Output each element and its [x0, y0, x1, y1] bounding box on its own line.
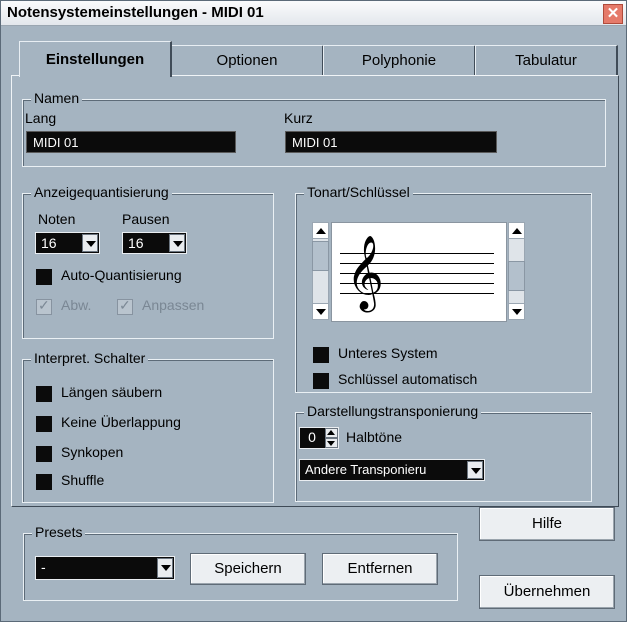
clef-scroll-down-button[interactable] — [508, 303, 525, 320]
names-group: Namen Lang MIDI 01 Kurz MIDI 01 — [22, 90, 606, 167]
tab-tabulatur[interactable]: Tabulatur — [475, 45, 618, 75]
stepper-up-button[interactable] — [325, 428, 338, 438]
arrow-down-icon — [327, 441, 335, 446]
semitones-value: 0 — [308, 429, 316, 445]
key-clef-legend: Tonart/Schlüssel — [304, 184, 413, 200]
no-overlap-checkbox[interactable] — [36, 416, 52, 432]
apply-button[interactable]: Übernehmen — [479, 575, 615, 609]
tab-einstellungen[interactable]: Einstellungen — [19, 41, 172, 77]
presets-group: Presets - Speichern Entfernen — [23, 524, 458, 601]
key-scroll-down-button[interactable] — [312, 303, 329, 320]
no-overlap-label: Keine Überlappung — [61, 414, 181, 430]
rests-value: 16 — [128, 235, 144, 251]
tab-label: Polyphonie — [361, 52, 437, 69]
display-quantize-legend: Anzeigequantisierung — [31, 184, 172, 200]
short-name-input[interactable]: MIDI 01 — [285, 131, 497, 153]
auto-quantize-label: Auto-Quantisierung — [61, 267, 182, 283]
stepper-down-button[interactable] — [325, 438, 338, 448]
clef-scroll-up-button[interactable] — [508, 222, 525, 239]
remove-preset-button[interactable]: Entfernen — [322, 553, 438, 585]
presets-legend: Presets — [32, 524, 86, 540]
clef-scroll-thumb[interactable] — [508, 261, 525, 291]
clef-scrollbar[interactable] — [508, 239, 525, 303]
key-clef-group: Tonart/Schlüssel 𝄞 Unteres System Schlüs… — [295, 184, 592, 393]
shuffle-label: Shuffle — [61, 472, 105, 488]
remove-preset-label: Entfernen — [347, 560, 413, 577]
deviation-label: Abw. — [61, 297, 92, 313]
lower-staff-label: Unteres System — [338, 345, 438, 361]
window-title: Notensystemeinstellungen - MIDI 01 — [7, 4, 264, 21]
display-transpose-group: Darstellungstransponierung 0 Halbtöne An… — [295, 403, 592, 502]
deviation-checkbox[interactable] — [36, 297, 52, 315]
tab-polyphonie[interactable]: Polyphonie — [323, 45, 476, 75]
noten-label: Noten — [38, 211, 76, 227]
chevron-down-icon — [82, 234, 98, 252]
interpretation-legend: Interpret. Schalter — [31, 350, 149, 366]
auto-clef-checkbox[interactable] — [313, 373, 329, 389]
apply-label: Übernehmen — [503, 583, 591, 600]
rests-dropdown[interactable]: 16 — [122, 232, 187, 254]
display-transpose-legend: Darstellungstransponierung — [304, 403, 482, 419]
tab-label: Optionen — [216, 52, 278, 69]
pausen-label: Pausen — [122, 211, 170, 227]
dialog-window: Notensystemeinstellungen - MIDI 01 ✕ Ein… — [0, 0, 627, 622]
title-bar[interactable]: Notensystemeinstellungen - MIDI 01 ✕ — [1, 1, 626, 26]
chevron-down-icon — [467, 461, 483, 479]
key-scroll-thumb[interactable] — [312, 241, 329, 271]
notes-value: 16 — [41, 235, 57, 251]
presets-value: - — [41, 559, 46, 575]
syncopation-checkbox[interactable] — [36, 446, 52, 462]
long-name-input[interactable]: MIDI 01 — [26, 131, 236, 153]
arrow-up-icon — [327, 430, 335, 435]
tab-panel: Namen Lang MIDI 01 Kurz MIDI 01 Anzeigeq… — [11, 75, 619, 507]
key-scroll-up-button[interactable] — [312, 222, 329, 239]
chevron-down-icon — [157, 558, 173, 578]
semitones-label: Halbtöne — [346, 429, 403, 445]
help-label: Hilfe — [531, 515, 562, 532]
semitones-stepper[interactable]: 0 — [299, 427, 339, 449]
shuffle-checkbox[interactable] — [36, 474, 52, 490]
transpose-dropdown[interactable]: Andere Transponieru — [299, 459, 485, 481]
close-button[interactable]: ✕ — [603, 4, 623, 24]
lower-staff-checkbox[interactable] — [313, 347, 329, 363]
tab-label: Einstellungen — [45, 51, 145, 68]
transpose-dropdown-value: Andere Transponieru — [305, 462, 427, 477]
staff-preview: 𝄞 — [331, 222, 507, 322]
adapt-checkbox[interactable] — [117, 297, 133, 315]
clean-lengths-checkbox[interactable] — [36, 386, 52, 402]
chevron-down-icon — [169, 234, 185, 252]
kurz-label: Kurz — [284, 110, 313, 126]
save-preset-button[interactable]: Speichern — [190, 553, 306, 585]
interpretation-switches-group: Interpret. Schalter Längen säubern Keine… — [22, 350, 274, 503]
names-legend: Namen — [31, 90, 83, 106]
key-scrollbar[interactable] — [312, 239, 329, 303]
auto-quantize-checkbox[interactable] — [36, 269, 52, 285]
auto-clef-label: Schlüssel automatisch — [338, 371, 478, 387]
display-quantize-group: Anzeigequantisierung Noten 16 Pausen 16 … — [22, 184, 274, 339]
adapt-label: Anpassen — [142, 297, 205, 313]
presets-dropdown[interactable]: - — [35, 556, 175, 580]
notes-dropdown[interactable]: 16 — [35, 232, 100, 254]
help-button[interactable]: Hilfe — [479, 507, 615, 541]
syncopation-label: Synkopen — [61, 444, 124, 460]
tab-optionen[interactable]: Optionen — [171, 45, 324, 75]
lang-label: Lang — [25, 110, 57, 126]
save-preset-label: Speichern — [214, 560, 282, 577]
clean-lengths-label: Längen säubern — [61, 384, 163, 400]
treble-clef-icon: 𝄞 — [346, 236, 384, 310]
close-icon: ✕ — [606, 5, 620, 22]
tab-label: Tabulatur — [515, 52, 577, 69]
